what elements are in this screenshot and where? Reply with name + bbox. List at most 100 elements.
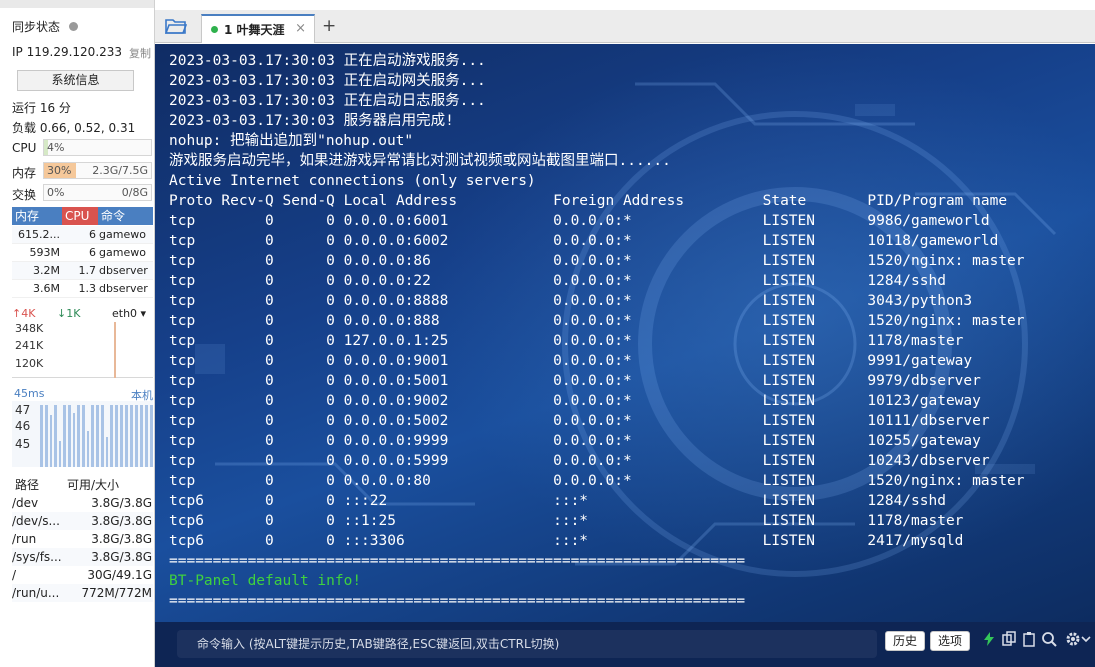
- disk-row[interactable]: / 30G/49.1G: [12, 566, 153, 584]
- disk-row[interactable]: /dev/s... 3.8G/3.8G: [12, 512, 153, 530]
- disk-row[interactable]: /run/u... 772M/772M: [12, 584, 153, 602]
- net-download-rate: ↓1K: [57, 307, 81, 320]
- sort-by-mem-header[interactable]: 内存: [12, 207, 62, 225]
- command-input[interactable]: 命令输入 (按ALT键提示历史,TAB键路径,ESC键返回,双击CTRL切换): [177, 630, 877, 658]
- search-icon[interactable]: [1041, 631, 1057, 647]
- disk-path: /run/u...: [12, 586, 60, 600]
- disk-size: 3.8G/3.8G: [91, 532, 152, 546]
- network-header: ↑4K ↓1K eth0 ▾: [12, 307, 153, 323]
- process-cpu: 1.3: [78, 282, 97, 295]
- process-row[interactable]: 3.6M 1.3 dbserver: [12, 280, 153, 298]
- disk-size: 3.8G/3.8G: [91, 496, 152, 510]
- close-tab-icon[interactable]: ×: [295, 21, 306, 36]
- cpu-meter: 4%: [43, 139, 152, 156]
- disk-path: /run: [12, 532, 37, 546]
- disk-path: /sys/fs...: [12, 550, 62, 564]
- latency-bars: [40, 405, 153, 467]
- tab-session-1[interactable]: 1 叶舞天涯 ×: [201, 14, 315, 43]
- net-upload-rate: ↑4K: [12, 307, 36, 320]
- latency-tick-label: 46: [15, 419, 31, 433]
- process-table-header: 内存 CPU 命令: [12, 207, 153, 225]
- mem-meter: 30% 2.3G/7.5G: [43, 162, 152, 179]
- terminal-rule-line: ========================================…: [169, 593, 746, 609]
- new-tab-button[interactable]: +: [322, 16, 336, 36]
- terminal-line: tcp6 0 0 :::3306 :::* LISTEN 2417/mysqld: [169, 533, 964, 549]
- copy-icon[interactable]: [1001, 631, 1017, 647]
- command-bar: 命令输入 (按ALT键提示历史,TAB键路径,ESC键返回,双击CTRL切换) …: [155, 622, 1095, 667]
- load-average: 负载 0.66, 0.52, 0.31: [12, 121, 136, 135]
- terminal-rule-line: ========================================…: [169, 553, 746, 569]
- terminal-lines: 2023-03-03.17:30:03 正在启动游戏服务... 2023-03-…: [169, 51, 1025, 611]
- terminal-line: 游戏服务启动完毕，如果进游戏异常请比对测试视频或网站截图里端口......: [169, 153, 671, 169]
- terminal-line: 2023-03-03.17:30:03 正在启动网关服务...: [169, 73, 486, 89]
- process-mem: 593M: [29, 246, 61, 259]
- ip-value: 119.29.120.233: [26, 45, 123, 59]
- connected-status-icon: [211, 26, 218, 33]
- swap-percent: 0%: [47, 186, 65, 199]
- terminal-line: tcp 0 0 0.0.0.0:9001 0.0.0.0:* LISTEN 99…: [169, 353, 973, 369]
- uptime: 运行 16 分: [12, 101, 71, 115]
- swap-label: 交换: [12, 188, 37, 202]
- sidebar: 同步状态 IP 119.29.120.233 复制 系统信息 运行 16 分 负…: [0, 0, 155, 667]
- net-tick-label: 348K: [15, 322, 44, 335]
- terminal-line: tcp 0 0 0.0.0.0:5001 0.0.0.0:* LISTEN 99…: [169, 373, 981, 389]
- process-cmd: dbserver: [99, 282, 148, 295]
- net-tick-label: 120K: [15, 357, 44, 370]
- terminal-line: tcp6 0 0 ::1:25 :::* LISTEN 1178/master: [169, 513, 964, 529]
- process-cpu: 6: [89, 228, 96, 241]
- terminal-line: tcp 0 0 0.0.0.0:9002 0.0.0.0:* LISTEN 10…: [169, 393, 981, 409]
- disk-row[interactable]: /run 3.8G/3.8G: [12, 530, 153, 548]
- clipboard-icon[interactable]: [1021, 631, 1037, 647]
- process-cmd: gamewo: [99, 228, 146, 241]
- terminal-line: 2023-03-03.17:30:03 正在启动游戏服务...: [169, 53, 486, 69]
- copy-ip-button[interactable]: 复制: [129, 45, 151, 61]
- terminal-line: Active Internet connections (only server…: [169, 173, 536, 189]
- history-button[interactable]: 历史: [885, 631, 925, 651]
- lightning-icon[interactable]: [981, 631, 997, 647]
- process-row[interactable]: 593M 6 gamewo: [12, 244, 153, 262]
- terminal-line: tcp 0 0 0.0.0.0:6001 0.0.0.0:* LISTEN 99…: [169, 213, 990, 229]
- disk-size: 3.8G/3.8G: [91, 550, 152, 564]
- terminal-line: tcp 0 0 127.0.0.1:25 0.0.0.0:* LISTEN 11…: [169, 333, 964, 349]
- latency-tick-label: 45: [15, 437, 31, 451]
- disk-size-header: 可用/大小: [67, 478, 120, 492]
- terminal-line: tcp 0 0 0.0.0.0:9999 0.0.0.0:* LISTEN 10…: [169, 433, 981, 449]
- disk-path: /dev: [12, 496, 39, 510]
- mem-label: 内存: [12, 166, 37, 180]
- terminal-line: tcp 0 0 0.0.0.0:5999 0.0.0.0:* LISTEN 10…: [169, 453, 990, 469]
- system-info-button[interactable]: 系统信息: [17, 70, 134, 91]
- gear-icon[interactable]: [1065, 631, 1081, 647]
- terminal-line: nohup: 把输出追加到"nohup.out": [169, 133, 414, 149]
- sync-status[interactable]: 同步状态: [12, 18, 79, 35]
- net-interface-select[interactable]: eth0 ▾: [112, 307, 146, 320]
- command-header[interactable]: 命令: [98, 207, 153, 225]
- latency-chart: 47 46 45: [12, 401, 153, 467]
- options-button[interactable]: 选项: [930, 631, 970, 651]
- disk-row[interactable]: /sys/fs... 3.8G/3.8G: [12, 548, 153, 566]
- sort-by-cpu-header[interactable]: CPU: [62, 207, 98, 225]
- disk-size: 30G/49.1G: [87, 568, 152, 582]
- disk-path: /: [12, 568, 17, 582]
- terminal-output[interactable]: 2023-03-03.17:30:03 正在启动游戏服务... 2023-03-…: [155, 44, 1095, 622]
- tab-label: 1 叶舞天涯: [224, 23, 285, 37]
- process-cpu: 6: [89, 246, 96, 259]
- disk-row[interactable]: /dev 3.8G/3.8G: [12, 494, 153, 512]
- process-mem: 615.2...: [18, 228, 60, 241]
- sync-status-dot-icon: [69, 22, 79, 31]
- process-row[interactable]: 615.2... 6 gamewo: [12, 226, 153, 244]
- folder-icon[interactable]: [165, 17, 187, 35]
- process-row[interactable]: 3.2M 1.7 dbserver: [12, 262, 153, 280]
- process-mem: 3.6M: [33, 282, 60, 295]
- terminal-line: tcp 0 0 0.0.0.0:86 0.0.0.0:* LISTEN 1520…: [169, 253, 1025, 269]
- terminal-line: tcp6 0 0 :::22 :::* LISTEN 1284/sshd: [169, 493, 946, 509]
- cpu-percent: 4%: [47, 141, 65, 154]
- terminal-line: tcp 0 0 0.0.0.0:22 0.0.0.0:* LISTEN 1284…: [169, 273, 946, 289]
- terminal-line: tcp 0 0 0.0.0.0:8888 0.0.0.0:* LISTEN 30…: [169, 293, 973, 309]
- window-title-strip: [0, 0, 154, 8]
- process-cmd: gamewo: [99, 246, 146, 259]
- terminal-line: tcp 0 0 0.0.0.0:80 0.0.0.0:* LISTEN 1520…: [169, 473, 1025, 489]
- latency-tick-label: 47: [15, 403, 31, 417]
- process-mem: 3.2M: [33, 264, 60, 277]
- chevron-down-icon[interactable]: [1081, 631, 1091, 647]
- terminal-line: 2023-03-03.17:30:03 服务器启用完成!: [169, 113, 454, 129]
